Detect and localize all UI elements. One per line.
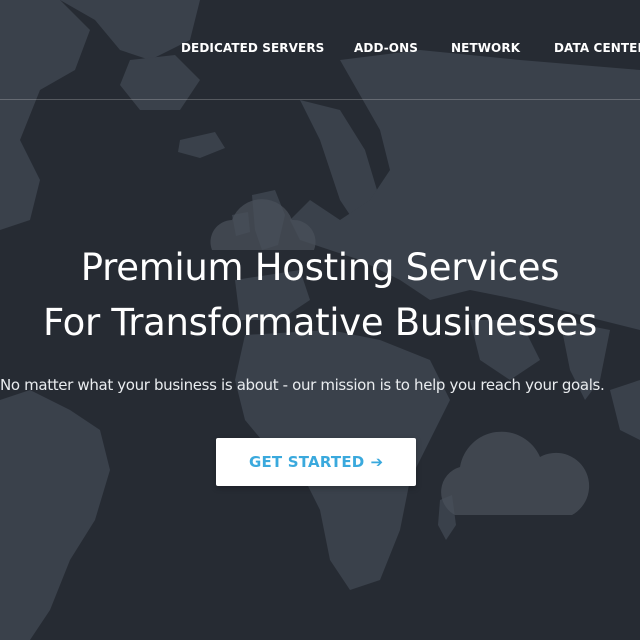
hero-headline-line1: Premium Hosting Services <box>80 246 560 289</box>
get-started-button[interactable]: GET STARTED ➔ <box>216 438 416 486</box>
hero-subtitle: No matter what your business is about - … <box>0 376 605 394</box>
nav-item-add-ons[interactable]: ADD-ONS <box>354 41 418 55</box>
get-started-label: GET STARTED <box>248 453 365 471</box>
hero-section: DEDICATED SERVERS ADD-ONS NETWORK DATA C… <box>0 0 640 640</box>
nav-item-network[interactable]: NETWORK <box>451 41 520 55</box>
hero-headline-line2: For Transformative Businesses <box>43 301 597 344</box>
arrow-right-icon: ➔ <box>370 453 384 471</box>
top-navigation: DEDICATED SERVERS ADD-ONS NETWORK DATA C… <box>0 0 640 100</box>
nav-item-data-center[interactable]: DATA CENTER <box>554 41 640 55</box>
nav-item-dedicated-servers[interactable]: DEDICATED SERVERS <box>181 41 324 55</box>
